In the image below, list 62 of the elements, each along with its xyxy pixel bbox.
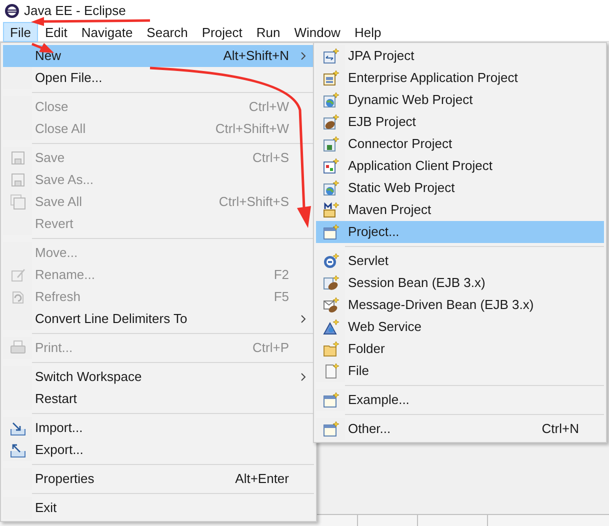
menu-item[interactable]: Help <box>347 22 388 42</box>
pencil-icon <box>10 267 26 283</box>
menu-item[interactable]: Other... Ctrl+N <box>316 418 604 440</box>
menu-item[interactable]: Project <box>194 22 250 42</box>
app-logo-icon <box>4 3 20 19</box>
menu-item[interactable]: Navigate <box>74 22 140 42</box>
window-icon <box>322 224 338 240</box>
floppy-stack-icon <box>10 194 26 210</box>
menu-item[interactable]: Edit <box>38 22 74 42</box>
menu-item[interactable]: Project... <box>316 221 604 243</box>
menu-item[interactable]: Connector Project <box>316 133 604 155</box>
menu-item[interactable]: New Alt+Shift+N <box>3 45 314 67</box>
menu-item[interactable]: Open File... <box>3 67 314 89</box>
menu-item[interactable]: Example... <box>316 389 604 411</box>
tray-arrow-icon <box>10 420 26 436</box>
window-icon <box>322 392 338 408</box>
menu-item[interactable]: JPA Project <box>316 45 604 67</box>
menu-item[interactable]: Message-Driven Bean (EJB 3.x) <box>316 294 604 316</box>
web-service-icon <box>322 319 338 335</box>
annotation-arrow <box>32 42 54 53</box>
menu-item[interactable]: File <box>3 22 38 42</box>
globe-project-icon <box>322 92 338 108</box>
menu-item[interactable]: Export... <box>3 439 314 461</box>
menu-item[interactable]: Folder <box>316 338 604 360</box>
menu-item[interactable]: Servlet <box>316 250 604 272</box>
client-project-icon <box>322 158 338 174</box>
menu-item[interactable]: Run <box>249 22 288 42</box>
servlet-icon <box>322 253 338 269</box>
menu-item[interactable]: Exit <box>3 497 314 519</box>
bean-project-icon <box>322 114 338 130</box>
menu-item[interactable]: Dynamic Web Project <box>316 89 604 111</box>
maven-project-icon <box>322 202 338 218</box>
window-title: Java EE - Eclipse <box>24 2 126 20</box>
globe-project-icon <box>322 180 338 196</box>
menu-item[interactable]: Convert Line Delimiters To <box>3 308 314 330</box>
menu-item[interactable]: Static Web Project <box>316 177 604 199</box>
printer-icon <box>10 340 26 356</box>
menu-item[interactable]: Switch Workspace <box>3 366 314 388</box>
enterprise-project-icon <box>322 70 338 86</box>
menu-item[interactable]: Import... <box>3 417 314 439</box>
menu-item[interactable]: Properties Alt+Enter <box>3 468 314 490</box>
menu-item[interactable]: Maven Project <box>316 199 604 221</box>
window-icon <box>322 421 338 437</box>
menu-item[interactable]: Enterprise Application Project <box>316 67 604 89</box>
floppy-icon <box>10 150 26 166</box>
connector-project-icon <box>322 136 338 152</box>
refresh-icon <box>10 289 26 305</box>
folder-icon <box>322 341 338 357</box>
menu-item[interactable]: Web Service <box>316 316 604 338</box>
menu-item[interactable]: Application Client Project <box>316 155 604 177</box>
jpa-project-icon <box>322 48 338 64</box>
file-icon <box>322 363 338 379</box>
menu-item[interactable]: Session Bean (EJB 3.x) <box>316 272 604 294</box>
bean-icon <box>322 275 338 291</box>
menu-item[interactable]: EJB Project <box>316 111 604 133</box>
floppy-icon <box>10 172 26 188</box>
menu-item[interactable]: Restart <box>3 388 314 410</box>
envelope-bean-icon <box>322 297 338 313</box>
menu-item[interactable]: Window <box>287 22 348 42</box>
menu-item[interactable]: Search <box>140 22 195 42</box>
menu-item[interactable]: File <box>316 360 604 382</box>
tray-arrow-icon <box>10 442 26 458</box>
